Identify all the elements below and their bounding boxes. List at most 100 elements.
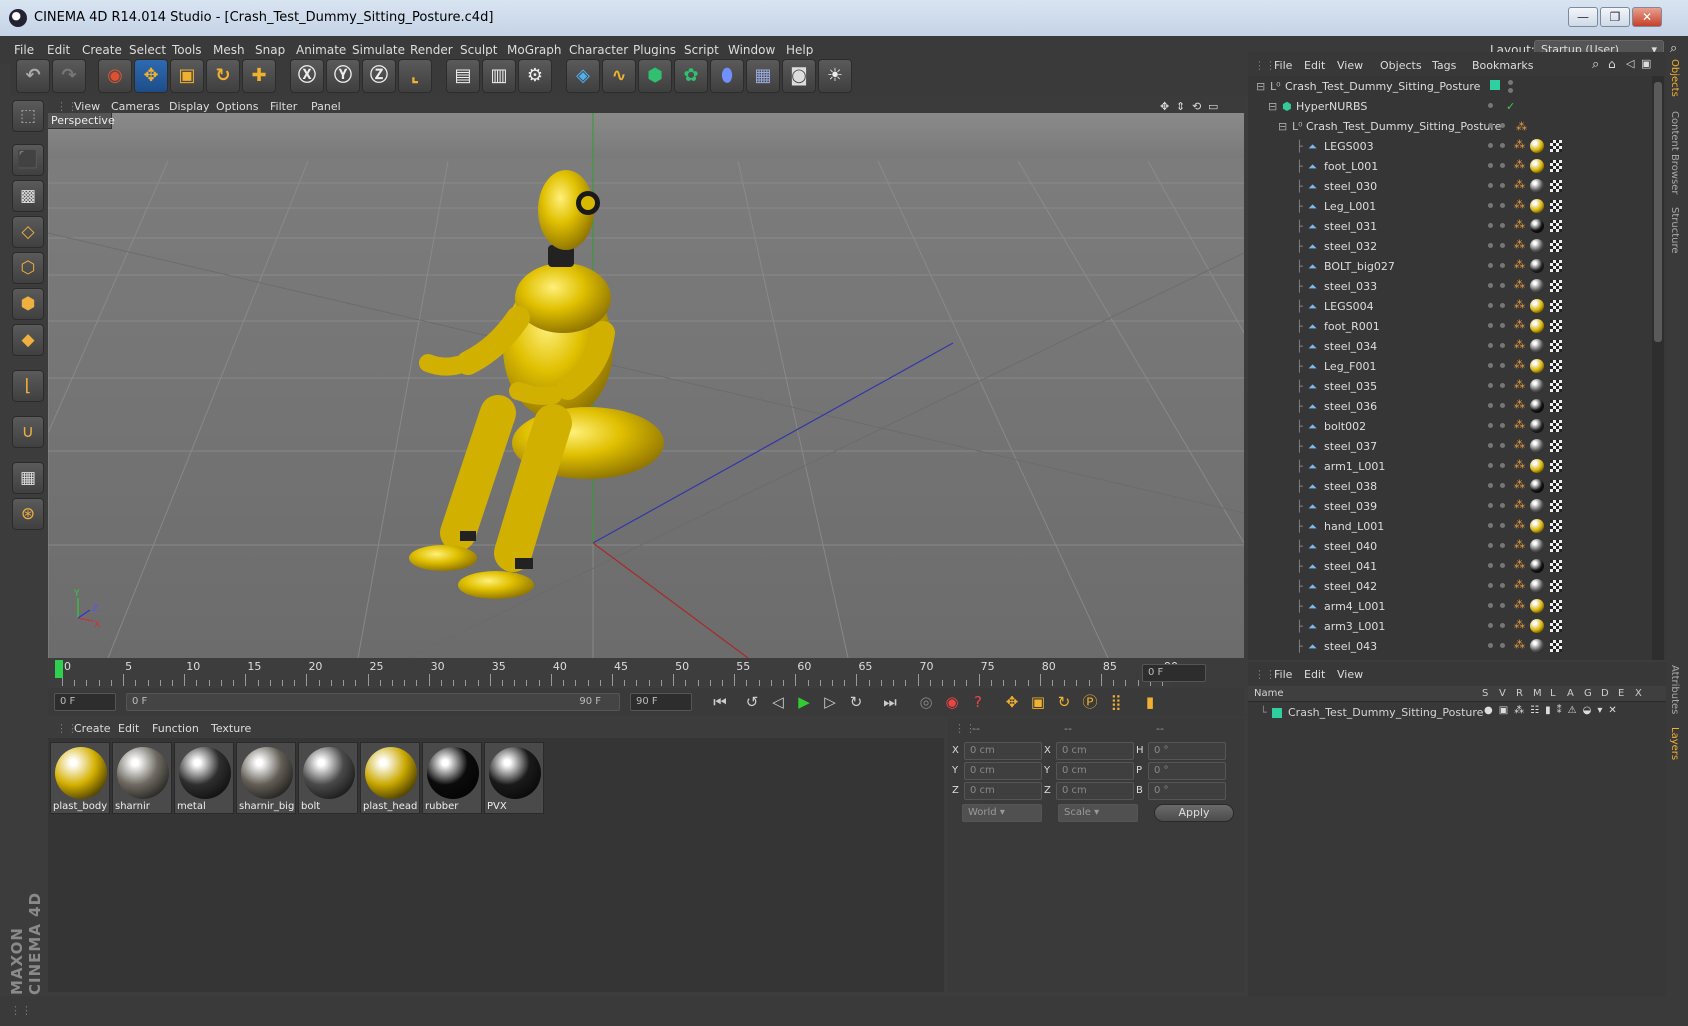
uvw-tag-icon[interactable]	[1550, 220, 1562, 232]
phong-tag-icon[interactable]: ⁂	[1514, 198, 1525, 211]
uvw-tag-icon[interactable]	[1550, 400, 1562, 412]
render-dot[interactable]	[1500, 363, 1505, 368]
visibility-dot[interactable]	[1488, 503, 1493, 508]
uvw-tag-icon[interactable]	[1550, 360, 1562, 372]
visibility-dot[interactable]	[1488, 263, 1493, 268]
tree-row-object[interactable]: ├ ⏶ steel_037 ⁂	[1248, 436, 1666, 456]
render-dot[interactable]	[1500, 383, 1505, 388]
viewport-move-icon[interactable]: ✥	[1160, 100, 1169, 113]
visibility-dot[interactable]	[1488, 323, 1493, 328]
material-tag-icon[interactable]	[1530, 259, 1544, 273]
make-editable-icon[interactable]: ⬚	[12, 100, 44, 132]
material-tag-icon[interactable]	[1530, 399, 1544, 413]
material-tag-icon[interactable]	[1530, 299, 1544, 313]
tree-row-object[interactable]: ├ ⏶ arm4_L001 ⁂	[1248, 596, 1666, 616]
tree-row-object[interactable]: ├ ⏶ hand_L001 ⁂	[1248, 516, 1666, 536]
material-tag-icon[interactable]	[1530, 559, 1544, 573]
uvw-tag-icon[interactable]	[1550, 280, 1562, 292]
visibility-dot[interactable]	[1488, 463, 1493, 468]
menu-script[interactable]: Script	[684, 43, 719, 57]
z-axis-lock-icon[interactable]: Ⓩ	[362, 59, 396, 93]
material-tag-icon[interactable]	[1530, 599, 1544, 613]
playhead-marker[interactable]	[55, 660, 63, 678]
uvw-tag-icon[interactable]	[1550, 180, 1562, 192]
record-active-icon[interactable]: ◎	[914, 691, 938, 713]
recent-tool-icon[interactable]: ✚	[242, 59, 276, 93]
scrollbar-thumb[interactable]	[1654, 82, 1662, 342]
material-swatch[interactable]: metal	[174, 742, 234, 814]
tab-content-browser[interactable]: Content Browser	[1669, 111, 1680, 194]
live-select-icon[interactable]: ◉	[98, 59, 132, 93]
material-tag-icon[interactable]	[1530, 339, 1544, 353]
render-dot[interactable]	[1500, 623, 1505, 628]
uvw-tag-icon[interactable]	[1550, 540, 1562, 552]
menu-help[interactable]: Help	[786, 43, 813, 57]
layer-column-header[interactable]: V	[1499, 688, 1506, 699]
visibility-dot[interactable]	[1488, 403, 1493, 408]
go-to-start-icon[interactable]: ⏮	[708, 691, 732, 713]
tree-row-object[interactable]: ├ ⏶ Leg_L001 ⁂	[1248, 196, 1666, 216]
tree-row-object[interactable]: ├ ⏶ LEGS004 ⁂	[1248, 296, 1666, 316]
previous-key-icon[interactable]: ↺	[740, 691, 764, 713]
tab-structure[interactable]: Structure	[1669, 207, 1680, 254]
visibility-dot[interactable]	[1488, 643, 1493, 648]
render-dot[interactable]	[1500, 163, 1505, 168]
material-tag-icon[interactable]	[1530, 419, 1544, 433]
tree-row-object[interactable]: ├ ⏶ steel_040 ⁂	[1248, 536, 1666, 556]
coord-position-field[interactable]: 0 cm	[964, 782, 1042, 800]
render-dot[interactable]	[1500, 423, 1505, 428]
tab-layers[interactable]: Layers	[1669, 727, 1680, 760]
search-icon[interactable]: ⌕	[1670, 41, 1677, 56]
tree-row-hypernurbs[interactable]: ⊟ ⬢ HyperNURBS ✓	[1248, 96, 1666, 116]
tree-row-object[interactable]: ├ ⏶ arm1_L001 ⁂	[1248, 456, 1666, 476]
uvw-tag-icon[interactable]	[1550, 460, 1562, 472]
layer-column-header[interactable]: D	[1601, 688, 1609, 699]
object-menu-file[interactable]: File	[1274, 59, 1292, 72]
render-dot[interactable]	[1500, 223, 1505, 228]
phong-tag-icon[interactable]: ⁂	[1514, 538, 1525, 551]
restore-button[interactable]: ❐	[1600, 7, 1630, 27]
layer-column-header[interactable]: X	[1635, 688, 1642, 699]
tree-row-object[interactable]: ├ ⏶ steel_032 ⁂	[1248, 236, 1666, 256]
material-swatch[interactable]: bolt	[298, 742, 358, 814]
uvw-tag-icon[interactable]	[1550, 620, 1562, 632]
object-menu-view[interactable]: View	[1337, 59, 1363, 72]
phong-tag-icon[interactable]: ⁂	[1514, 558, 1525, 571]
coordinate-system-dropdown[interactable]: World ▾	[962, 804, 1042, 822]
visibility-dot[interactable]	[1508, 80, 1513, 85]
points-mode-icon[interactable]: ⬡	[12, 252, 44, 284]
close-button[interactable]: ✕	[1632, 7, 1662, 27]
coord-position-field[interactable]: 0 cm	[964, 762, 1042, 780]
tree-row-object[interactable]: ├ ⏶ foot_L001 ⁂	[1248, 156, 1666, 176]
material-tag-icon[interactable]	[1530, 579, 1544, 593]
perspective-viewport[interactable]: Y X Z Perspective	[48, 113, 1244, 658]
menu-file[interactable]: File	[14, 43, 34, 57]
layer-column-header[interactable]: A	[1567, 688, 1574, 699]
menu-plugins[interactable]: Plugins	[633, 43, 676, 57]
uvw-tag-icon[interactable]	[1550, 500, 1562, 512]
visibility-dot[interactable]	[1488, 363, 1493, 368]
floor-icon[interactable]: ▦	[746, 59, 780, 93]
key-rotation-icon[interactable]: ↻	[1052, 691, 1076, 713]
material-swatch[interactable]: sharnir_big	[236, 742, 296, 814]
phong-tag-icon[interactable]: ⁂	[1514, 218, 1525, 231]
light-icon[interactable]: ☀	[818, 59, 852, 93]
uvw-tag-icon[interactable]	[1550, 260, 1562, 272]
tree-row-object[interactable]: ├ ⏶ steel_033 ⁂	[1248, 276, 1666, 296]
uvw-tag-icon[interactable]	[1550, 160, 1562, 172]
render-dot[interactable]	[1500, 583, 1505, 588]
material-menu-function[interactable]: Function	[152, 722, 199, 735]
phong-tag-icon[interactable]: ⁂	[1514, 178, 1525, 191]
new-view-icon[interactable]: ▣	[1641, 57, 1651, 70]
tree-row-group[interactable]: ⊟ L⁰ Crash_Test_Dummy_Sitting_Posture ⁂	[1248, 116, 1666, 136]
uvw-tag-icon[interactable]	[1550, 340, 1562, 352]
tree-row-object[interactable]: ├ ⏶ steel_031 ⁂	[1248, 216, 1666, 236]
phong-tag-icon[interactable]: ⁂	[1514, 158, 1525, 171]
layer-column-header[interactable]: R	[1516, 688, 1523, 699]
cube-primitive-icon[interactable]: ◈	[566, 59, 600, 93]
keyframe-selection-icon[interactable]: ?	[966, 691, 990, 713]
uvw-tag-icon[interactable]	[1550, 320, 1562, 332]
object-menu-bookmarks[interactable]: Bookmarks	[1472, 59, 1533, 72]
material-tag-icon[interactable]	[1530, 499, 1544, 513]
material-tag-icon[interactable]	[1530, 319, 1544, 333]
